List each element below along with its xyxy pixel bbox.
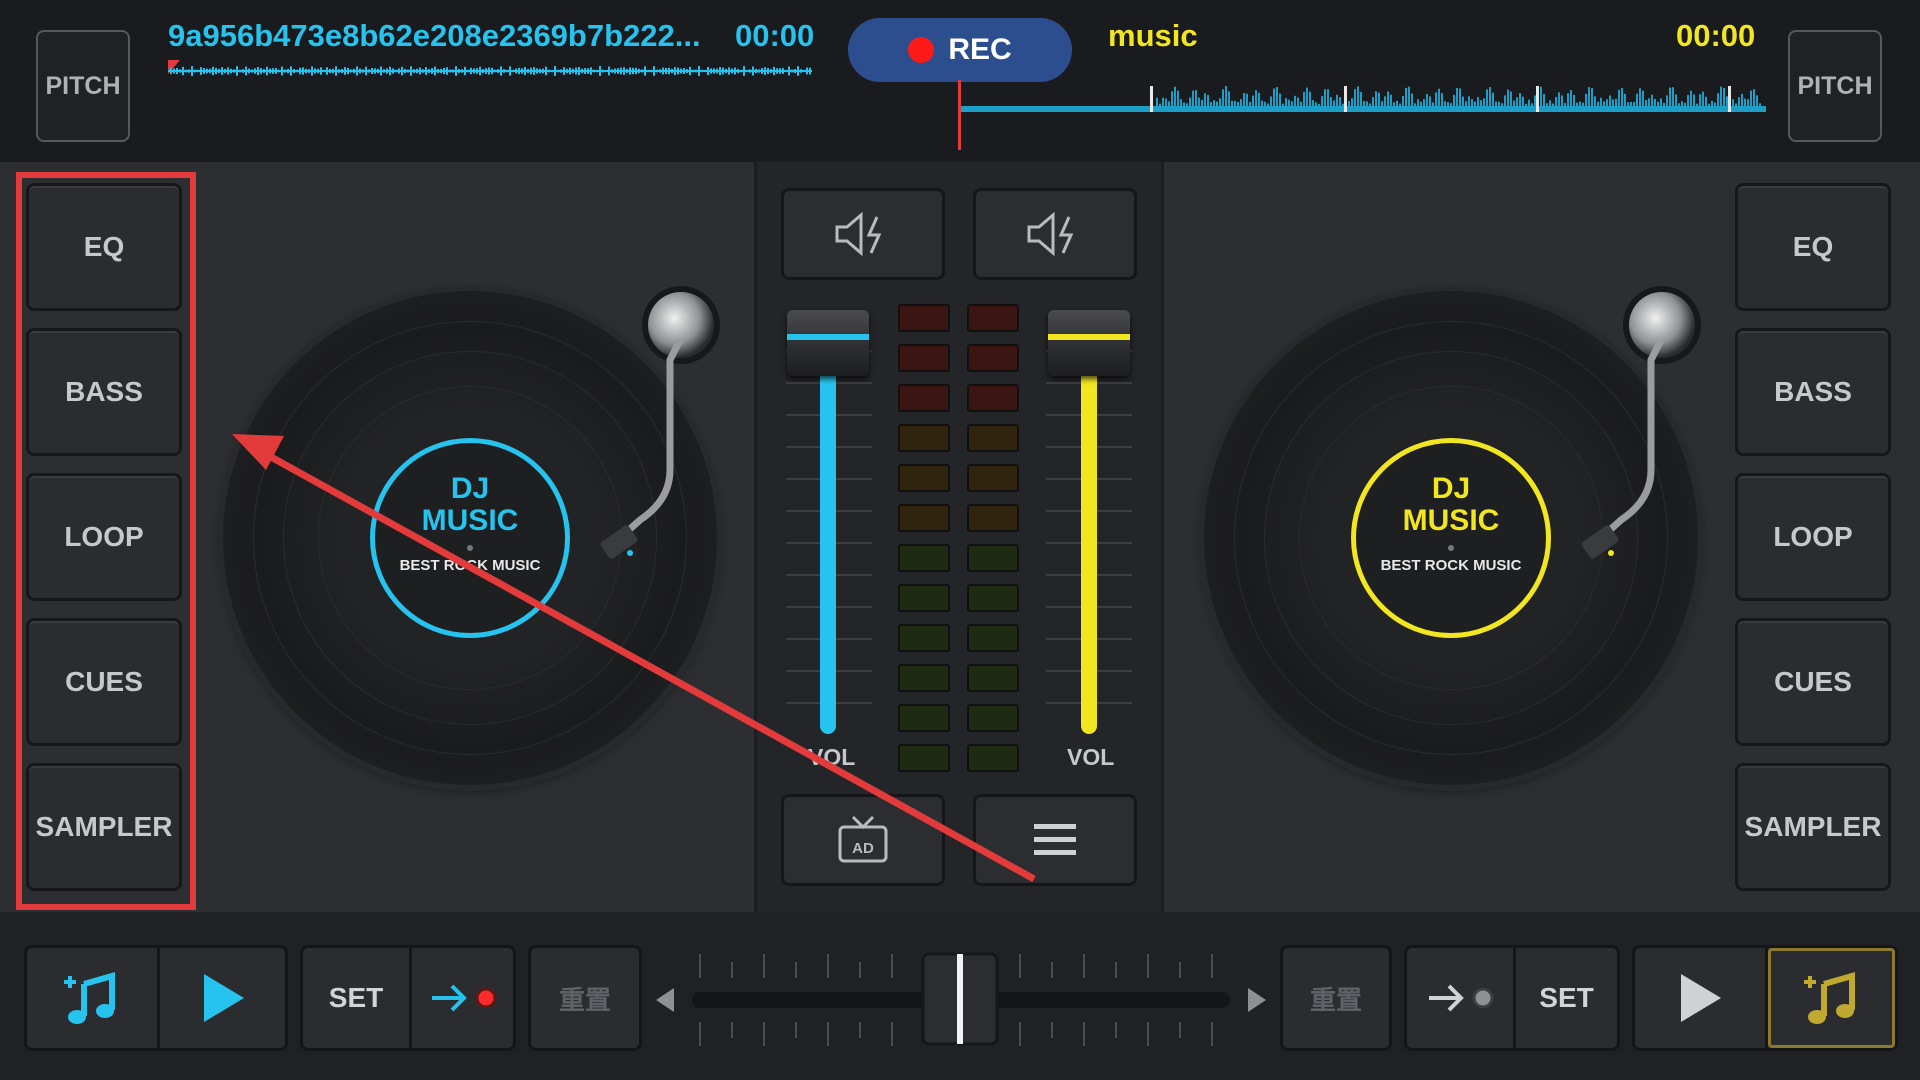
annotation-arrow	[232, 434, 1036, 883]
